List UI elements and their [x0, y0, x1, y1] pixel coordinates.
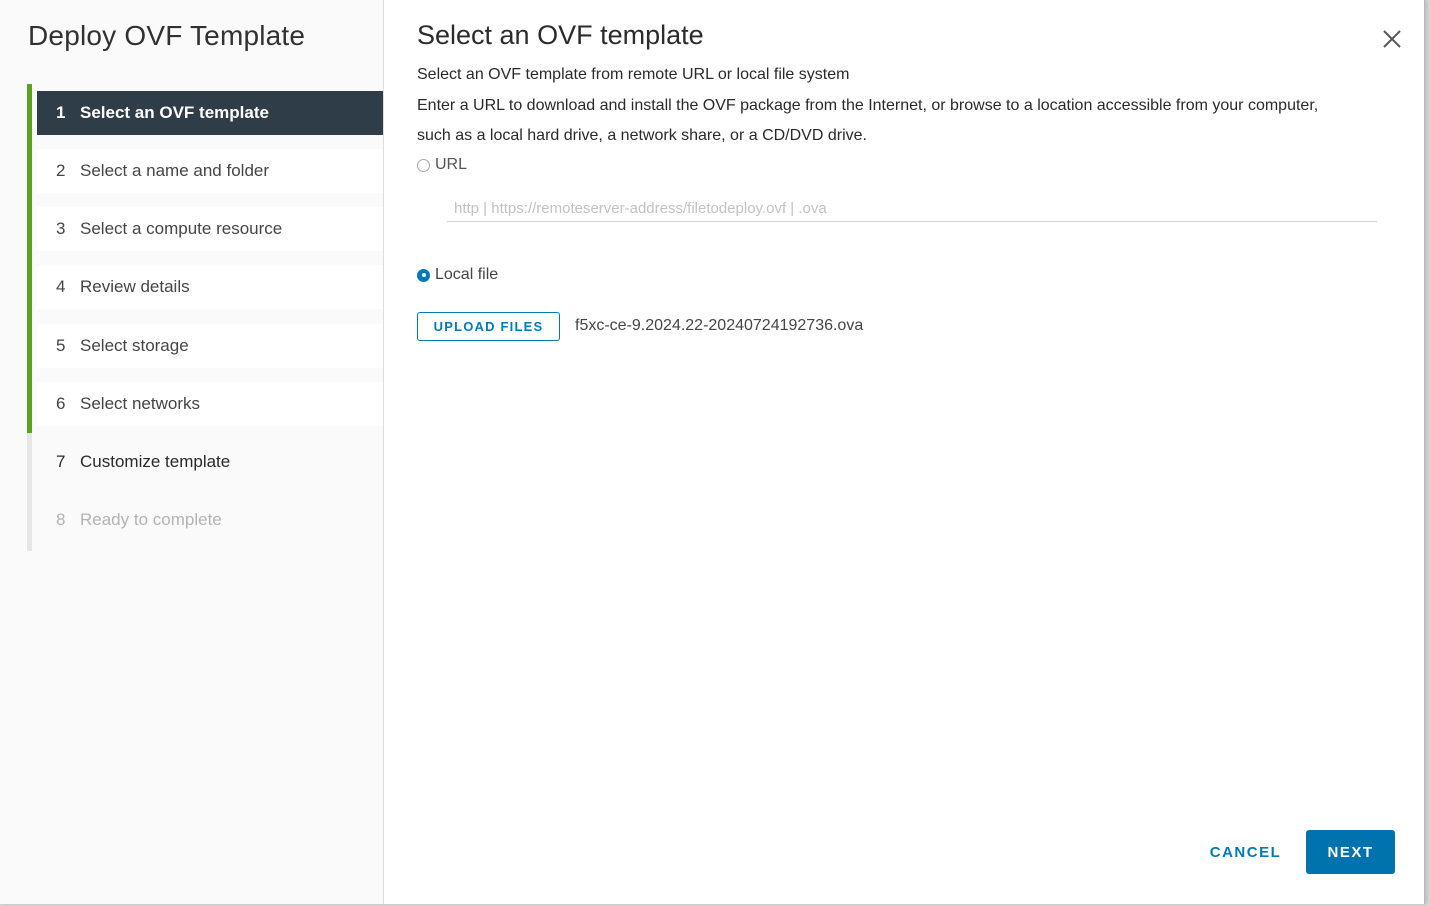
step-label: Review details — [80, 277, 190, 296]
step-label: Ready to complete — [80, 510, 222, 529]
step-label: Select a compute resource — [80, 219, 283, 238]
step-select-networks[interactable]: 6 Select networks — [37, 382, 383, 426]
step-select-storage[interactable]: 5 Select storage — [37, 324, 383, 368]
step-label: Select networks — [80, 394, 200, 413]
close-icon — [1383, 30, 1401, 48]
step-ready-to-complete: 8 Ready to complete — [37, 498, 383, 542]
page-subtitle: Select an OVF template from remote URL o… — [417, 66, 850, 83]
local-file-option[interactable]: Local file — [417, 266, 498, 284]
wizard-sidebar: Deploy OVF Template 1 Select an OVF temp… — [0, 0, 384, 904]
dialog-title: Deploy OVF Template — [28, 20, 306, 51]
step-number: 1 — [56, 103, 66, 122]
url-input[interactable] — [447, 196, 1377, 222]
step-number: 7 — [56, 452, 66, 471]
deploy-ovf-dialog: Deploy OVF Template 1 Select an OVF temp… — [0, 0, 1425, 904]
step-customize-template[interactable]: 7 Customize template — [37, 440, 383, 484]
step-label: Select a name and folder — [80, 161, 270, 180]
step-progress-completed — [27, 84, 32, 433]
step-review-details[interactable]: 4 Review details — [37, 265, 383, 309]
step-number: 5 — [56, 336, 66, 355]
step-label: Customize template — [80, 452, 231, 471]
close-button[interactable] — [1380, 27, 1404, 51]
step-select-compute-resource[interactable]: 3 Select a compute resource — [37, 207, 383, 251]
url-option-label: URL — [435, 156, 468, 173]
step-label: Select an OVF template — [80, 103, 269, 122]
step-select-name-folder[interactable]: 2 Select a name and folder — [37, 149, 383, 193]
page-title: Select an OVF template — [417, 20, 704, 50]
next-button[interactable]: NEXT — [1306, 830, 1395, 874]
local-file-option-label: Local file — [435, 266, 499, 283]
page-description: Enter a URL to download and install the … — [417, 97, 1319, 144]
step-number: 8 — [56, 510, 66, 529]
step-select-ovf-template[interactable]: 1 Select an OVF template — [37, 91, 383, 135]
wizard-content: Select an OVF template Select an OVF tem… — [384, 0, 1424, 904]
step-number: 4 — [56, 277, 66, 296]
upload-files-button[interactable]: UPLOAD FILES — [417, 312, 560, 341]
step-number: 2 — [56, 161, 66, 180]
url-option[interactable]: URL — [417, 156, 467, 174]
step-number: 6 — [56, 394, 66, 413]
cancel-button[interactable]: CANCEL — [1199, 830, 1292, 874]
url-radio[interactable] — [417, 158, 430, 172]
step-number: 3 — [56, 219, 66, 238]
local-file-radio[interactable] — [417, 268, 430, 282]
step-label: Select storage — [80, 336, 189, 355]
selected-file-name: f5xc-ce-9.2024.22-20240724192736.ova — [575, 317, 864, 334]
